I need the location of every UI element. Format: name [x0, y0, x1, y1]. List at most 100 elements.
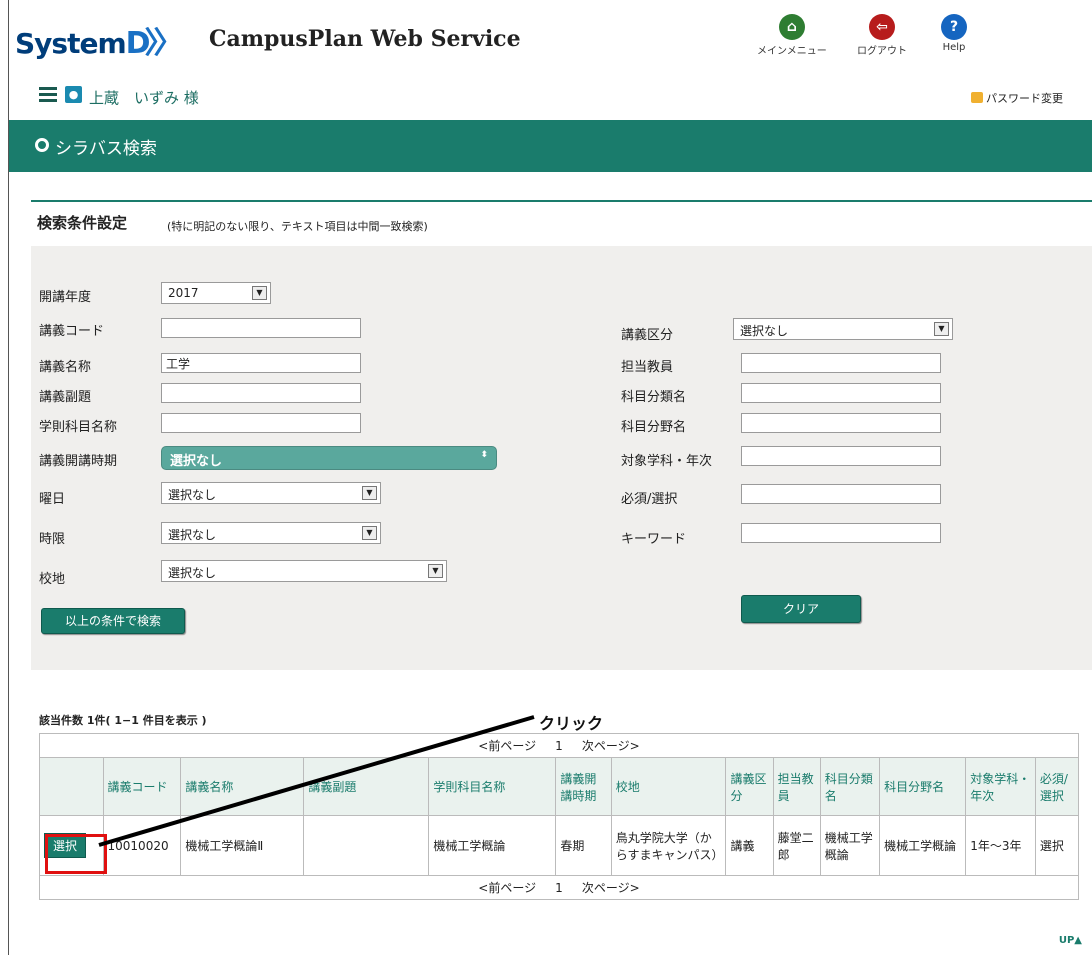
campus-select[interactable]: 選択なし ▼: [161, 560, 447, 582]
password-change-label: パスワード変更: [986, 92, 1063, 105]
category-label: 講義区分: [621, 328, 674, 343]
required-input[interactable]: [741, 484, 941, 504]
time-label: 時限: [39, 532, 66, 547]
up-label: UP: [1058, 935, 1075, 946]
target-input[interactable]: [741, 446, 941, 466]
next-page-link[interactable]: 次ページ>: [582, 881, 640, 895]
search-section-note: (特に明記のない限り、テキスト項目は中間一致検索): [167, 220, 428, 233]
year-select-value: 2017: [168, 286, 199, 300]
header-cell: 学則科目名称: [428, 757, 557, 816]
name-input[interactable]: [161, 353, 361, 373]
subtitle-label: 講義副題: [39, 390, 92, 405]
year-label: 開講年度: [39, 290, 92, 305]
main-menu-link[interactable]: ⌂ メインメニュー: [757, 14, 827, 57]
header-cell: [39, 757, 104, 816]
logout-icon: ⇦: [869, 14, 895, 40]
header-cell: 講義開講時期: [555, 757, 612, 816]
home-icon: ⌂: [778, 14, 805, 40]
code-label: 講義コード: [39, 324, 105, 339]
logout-label: ログアウト: [857, 46, 907, 57]
page-frame: SystemD〉〉 CampusPlan Web Service ⌂ メインメニ…: [8, 0, 1092, 955]
header-cell: 講義区分: [725, 757, 774, 816]
next-page-link[interactable]: 次ページ>: [582, 739, 640, 753]
chevron-logo-icon: D〉〉: [125, 26, 184, 61]
header-cell: 校地: [610, 757, 727, 816]
updown-arrow-icon: ⬍: [480, 450, 488, 460]
campus-select-value: 選択なし: [168, 566, 217, 580]
subject-class-label: 科目分類名: [621, 390, 687, 405]
header: SystemD〉〉 CampusPlan Web Service ⌂ メインメニ…: [9, 0, 1092, 80]
search-button[interactable]: 以上の条件で検索: [41, 608, 185, 634]
period-cell: 春期: [555, 815, 612, 876]
target-label: 対象学科・年次: [621, 454, 713, 469]
name-label: 講義名称: [39, 360, 92, 375]
time-select[interactable]: 選択なし ▼: [161, 522, 381, 544]
pager-top: <前ページ 1 次ページ>: [39, 733, 1079, 758]
arrow-up-icon: ▲: [1074, 935, 1082, 946]
subject-field-input[interactable]: [741, 413, 941, 433]
scroll-up-link[interactable]: UP▲: [1059, 935, 1082, 946]
subject-class-cell: 機械工学概論: [819, 815, 881, 876]
period-select[interactable]: 選択なし ⬍: [161, 446, 497, 470]
teacher-label: 担当教員: [621, 360, 674, 375]
prev-page-link[interactable]: <前ページ: [478, 881, 536, 895]
campus-label: 校地: [39, 572, 66, 587]
name-cell: 機械工学概論Ⅱ: [180, 815, 305, 876]
header-cell: 科目分類名: [819, 757, 881, 816]
category-select[interactable]: 選択なし ▼: [733, 318, 953, 340]
category-cell: 講義: [725, 815, 774, 876]
header-cell: 科目分野名: [879, 757, 967, 816]
search-section-title: 検索条件設定: [37, 214, 128, 232]
code-input[interactable]: [161, 318, 361, 338]
header-cell: 講義名称: [180, 757, 305, 816]
page-title: シラバス検索: [55, 139, 157, 159]
teacher-cell: 藤堂二郎: [772, 815, 821, 876]
subject-field-label: 科目分野名: [621, 420, 687, 435]
header-cell: 必須/選択: [1034, 757, 1080, 816]
table-row: 選択 10010020 機械工学概論Ⅱ 機械工学概論 春期 鳥丸学院大学（からす…: [39, 815, 1080, 876]
pager-bottom: <前ページ 1 次ページ>: [39, 875, 1079, 900]
user-bar: ● 上蔵 いずみ 様 パスワード変更: [9, 82, 1092, 118]
lock-icon: [971, 92, 983, 103]
help-icon: ?: [941, 14, 967, 40]
time-select-value: 選択なし: [168, 528, 217, 542]
results-table: <前ページ 1 次ページ> 講義コード 講義名称 講義副題 学則科目名称 講義開…: [39, 733, 1080, 900]
help-link[interactable]: ? Help: [941, 14, 967, 53]
subtitle-input[interactable]: [161, 383, 361, 403]
logout-link[interactable]: ⇦ ログアウト: [857, 14, 907, 57]
subtitle-cell: [303, 815, 430, 876]
prev-page-link[interactable]: <前ページ: [478, 739, 536, 753]
list-menu-icon[interactable]: [39, 87, 57, 103]
user-icon: ●: [65, 86, 82, 103]
keyword-input[interactable]: [741, 523, 941, 543]
system-logo: SystemD〉〉: [15, 26, 184, 61]
day-select[interactable]: 選択なし ▼: [161, 482, 381, 504]
school-subject-label: 学則科目名称: [39, 420, 118, 435]
table-header-row: 講義コード 講義名称 講義副題 学則科目名称 講義開講時期 校地 講義区分 担当…: [39, 757, 1080, 816]
subject-field-cell: 機械工学概論: [879, 815, 967, 876]
circle-icon: [35, 138, 49, 152]
school-subject-input[interactable]: [161, 413, 361, 433]
password-change-link[interactable]: パスワード変更: [971, 90, 1063, 106]
year-select[interactable]: 2017 ▼: [161, 282, 271, 304]
day-label: 曜日: [39, 492, 66, 507]
page-number: 1: [555, 881, 563, 895]
page-number: 1: [555, 739, 563, 753]
help-label: Help: [942, 42, 966, 53]
header-cell: 対象学科・年次: [965, 757, 1036, 816]
pager-cell: <前ページ 1 次ページ>: [39, 733, 1079, 758]
search-form: 開講年度 2017 ▼ 講義コード 講義名称 講義副題 学則科目名称 講義開講時期…: [31, 246, 1092, 670]
code-cell: 10010020: [102, 815, 182, 876]
section-divider: [31, 200, 1092, 202]
subject-class-input[interactable]: [741, 383, 941, 403]
required-cell: 選択: [1034, 815, 1080, 876]
pager-cell: <前ページ 1 次ページ>: [39, 875, 1079, 900]
day-select-value: 選択なし: [168, 488, 217, 502]
service-title: CampusPlan Web Service: [209, 26, 521, 52]
chevron-down-icon: ▼: [428, 564, 443, 578]
target-cell: 1年〜3年: [965, 815, 1036, 876]
teacher-input[interactable]: [741, 353, 941, 373]
chevron-down-icon: ▼: [252, 286, 267, 300]
clear-button[interactable]: クリア: [741, 595, 861, 623]
main-menu-label: メインメニュー: [757, 46, 827, 57]
